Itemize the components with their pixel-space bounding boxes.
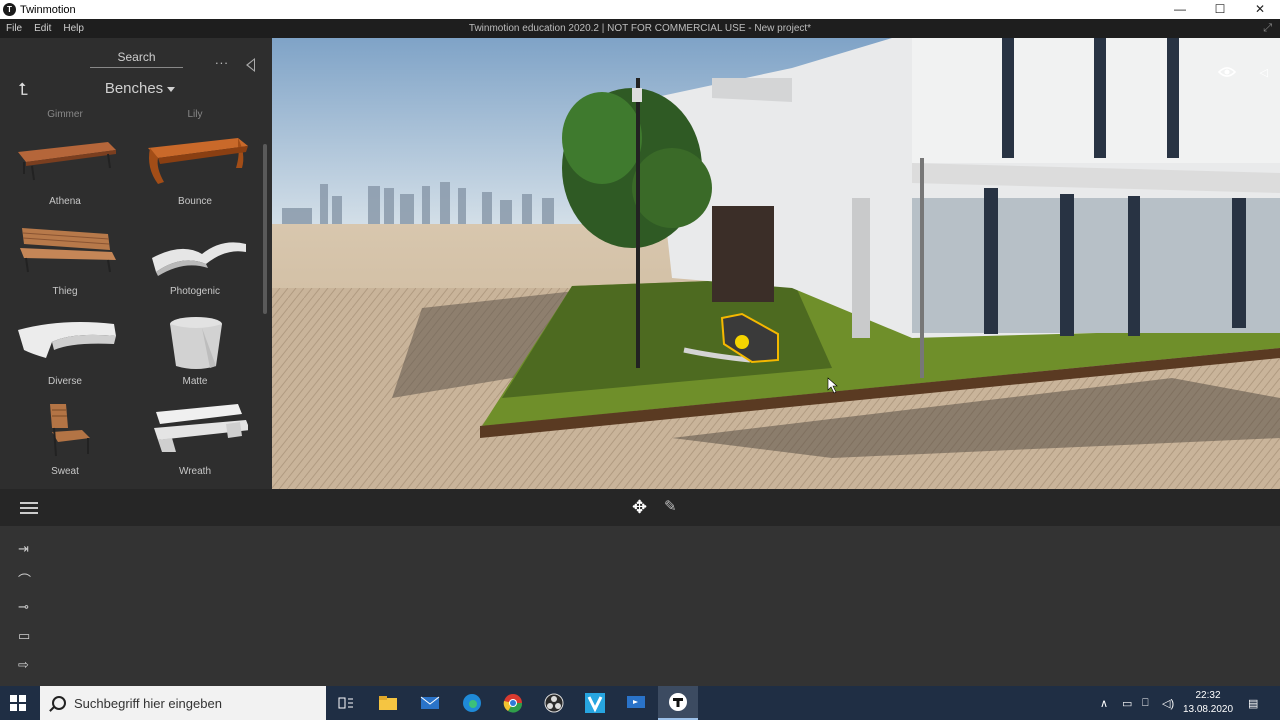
asset-wreath[interactable]: Wreath — [134, 404, 256, 489]
twinmotion-app-icon: T — [3, 3, 16, 16]
clock-time: 22:32 — [1195, 690, 1221, 701]
asset-photogenic[interactable]: Photogenic — [134, 224, 256, 314]
bench-orange-icon — [148, 138, 248, 184]
stool-concrete-icon — [170, 317, 222, 369]
asset-label: Matte — [182, 376, 208, 387]
menu-file[interactable]: File — [0, 23, 28, 34]
taskbar-search-box[interactable]: Suchbegriff hier eingeben — [40, 686, 326, 720]
more-options-button[interactable]: ... — [215, 52, 229, 67]
file-explorer-icon[interactable] — [368, 686, 408, 720]
remote-desktop-icon[interactable] — [616, 686, 656, 720]
chevron-down-icon — [167, 86, 176, 92]
mail-icon[interactable] — [410, 686, 450, 720]
asset-matte[interactable]: Matte — [134, 314, 256, 404]
bench-wood-icon — [18, 142, 116, 181]
back-arrow-icon[interactable]: ⮤ — [18, 80, 28, 100]
export-icon[interactable]: ⇨ — [18, 657, 40, 673]
asset-diverse[interactable]: Diverse — [4, 314, 126, 404]
asset-label-partial: Lily — [187, 109, 203, 120]
bench-white-icon — [154, 404, 248, 452]
category-label: Benches — [104, 80, 164, 97]
bottom-panel: ⇥ ⌒ ⊸ ▭ ⇨ — [0, 526, 1280, 686]
document-title: Twinmotion education 2020.2 | NOT FOR CO… — [468, 23, 812, 34]
library-scrollbar[interactable] — [263, 144, 267, 314]
windows-start-icon[interactable] — [10, 695, 26, 711]
library-search-field[interactable]: Search — [90, 50, 183, 68]
asset-label: Photogenic — [169, 286, 221, 297]
library-panel: Search ... ⮤ Benches Gimmer Lily Athena … — [0, 38, 272, 489]
clock[interactable]: 22:32 13.08.2020 — [1180, 689, 1236, 717]
bench-slat-icon — [20, 228, 116, 273]
obs-icon[interactable] — [534, 686, 574, 720]
edge-icon[interactable] — [452, 686, 492, 720]
bench-white-curve-icon — [152, 242, 246, 276]
taskbar: Suchbegriff hier eingeben ∧ ▭ ⎕ ◁) 22:32… — [0, 686, 1280, 720]
window-controls: — ☐ ✕ — [1160, 0, 1280, 19]
twinmotion-icon[interactable] — [658, 686, 698, 720]
window-title: Twinmotion — [20, 3, 76, 16]
v-app-icon[interactable] — [575, 686, 615, 720]
asset-label: Diverse — [48, 376, 82, 387]
asset-label-partial: Gimmer — [47, 109, 83, 120]
network-icon[interactable]: ⎕ — [1142, 686, 1149, 720]
paint-tool-icon[interactable]: ✎ — [664, 497, 677, 515]
eye-icon[interactable] — [1218, 66, 1236, 78]
media-icon[interactable]: ▭ — [18, 628, 40, 644]
settings-curve-icon[interactable]: ⌒ — [18, 570, 40, 588]
clock-date: 13.08.2020 — [1182, 704, 1234, 715]
collapse-panel-icon[interactable] — [246, 58, 255, 72]
move-tool-icon[interactable]: ✥ — [632, 497, 647, 518]
notifications-icon[interactable]: ▤ — [1248, 686, 1258, 720]
scene-render — [272, 38, 1280, 489]
battery-icon[interactable]: ▭ — [1122, 686, 1132, 720]
volume-icon[interactable]: ◁) — [1162, 686, 1174, 720]
toolbar: ✥ ✎ — [0, 489, 1280, 526]
expand-icon[interactable]: ⤢ — [1263, 22, 1272, 35]
category-dropdown[interactable]: Benches — [100, 80, 180, 97]
search-placeholder: Suchbegriff hier eingeben — [74, 695, 222, 711]
bench-white-long-icon — [18, 322, 116, 358]
asset-thieg[interactable]: Thieg — [4, 224, 126, 314]
task-view-icon[interactable] — [326, 686, 366, 720]
tray-chevron-icon[interactable]: ∧ — [1100, 686, 1108, 720]
asset-athena[interactable]: Athena — [4, 134, 126, 224]
asset-sweat[interactable]: Sweat — [4, 404, 126, 489]
window-titlebar: T Twinmotion — ☐ ✕ — [0, 0, 1280, 19]
minimize-button[interactable]: — — [1160, 0, 1200, 19]
import-icon[interactable]: ⇥ — [18, 541, 40, 557]
collapse-right-icon[interactable]: ◁ — [1260, 66, 1268, 79]
chrome-icon[interactable] — [493, 686, 533, 720]
menu-edit[interactable]: Edit — [28, 23, 57, 34]
asset-label: Wreath — [178, 466, 212, 477]
menu-icon[interactable] — [20, 502, 38, 517]
asset-bounce[interactable]: Bounce — [134, 134, 256, 224]
asset-label: Sweat — [51, 466, 79, 477]
search-icon — [52, 696, 66, 710]
menu-bar: File Edit Help Twinmotion education 2020… — [0, 19, 1280, 38]
chair-wood-icon — [50, 404, 90, 457]
close-button[interactable]: ✕ — [1240, 0, 1280, 19]
asset-label: Bounce — [178, 196, 212, 207]
maximize-button[interactable]: ☐ — [1200, 0, 1240, 19]
asset-label: Thieg — [52, 286, 78, 297]
3d-viewport[interactable]: ◁ — [272, 38, 1280, 489]
menu-help[interactable]: Help — [57, 23, 90, 34]
asset-label: Athena — [49, 196, 81, 207]
slider-icon[interactable]: ⊸ — [18, 599, 40, 615]
